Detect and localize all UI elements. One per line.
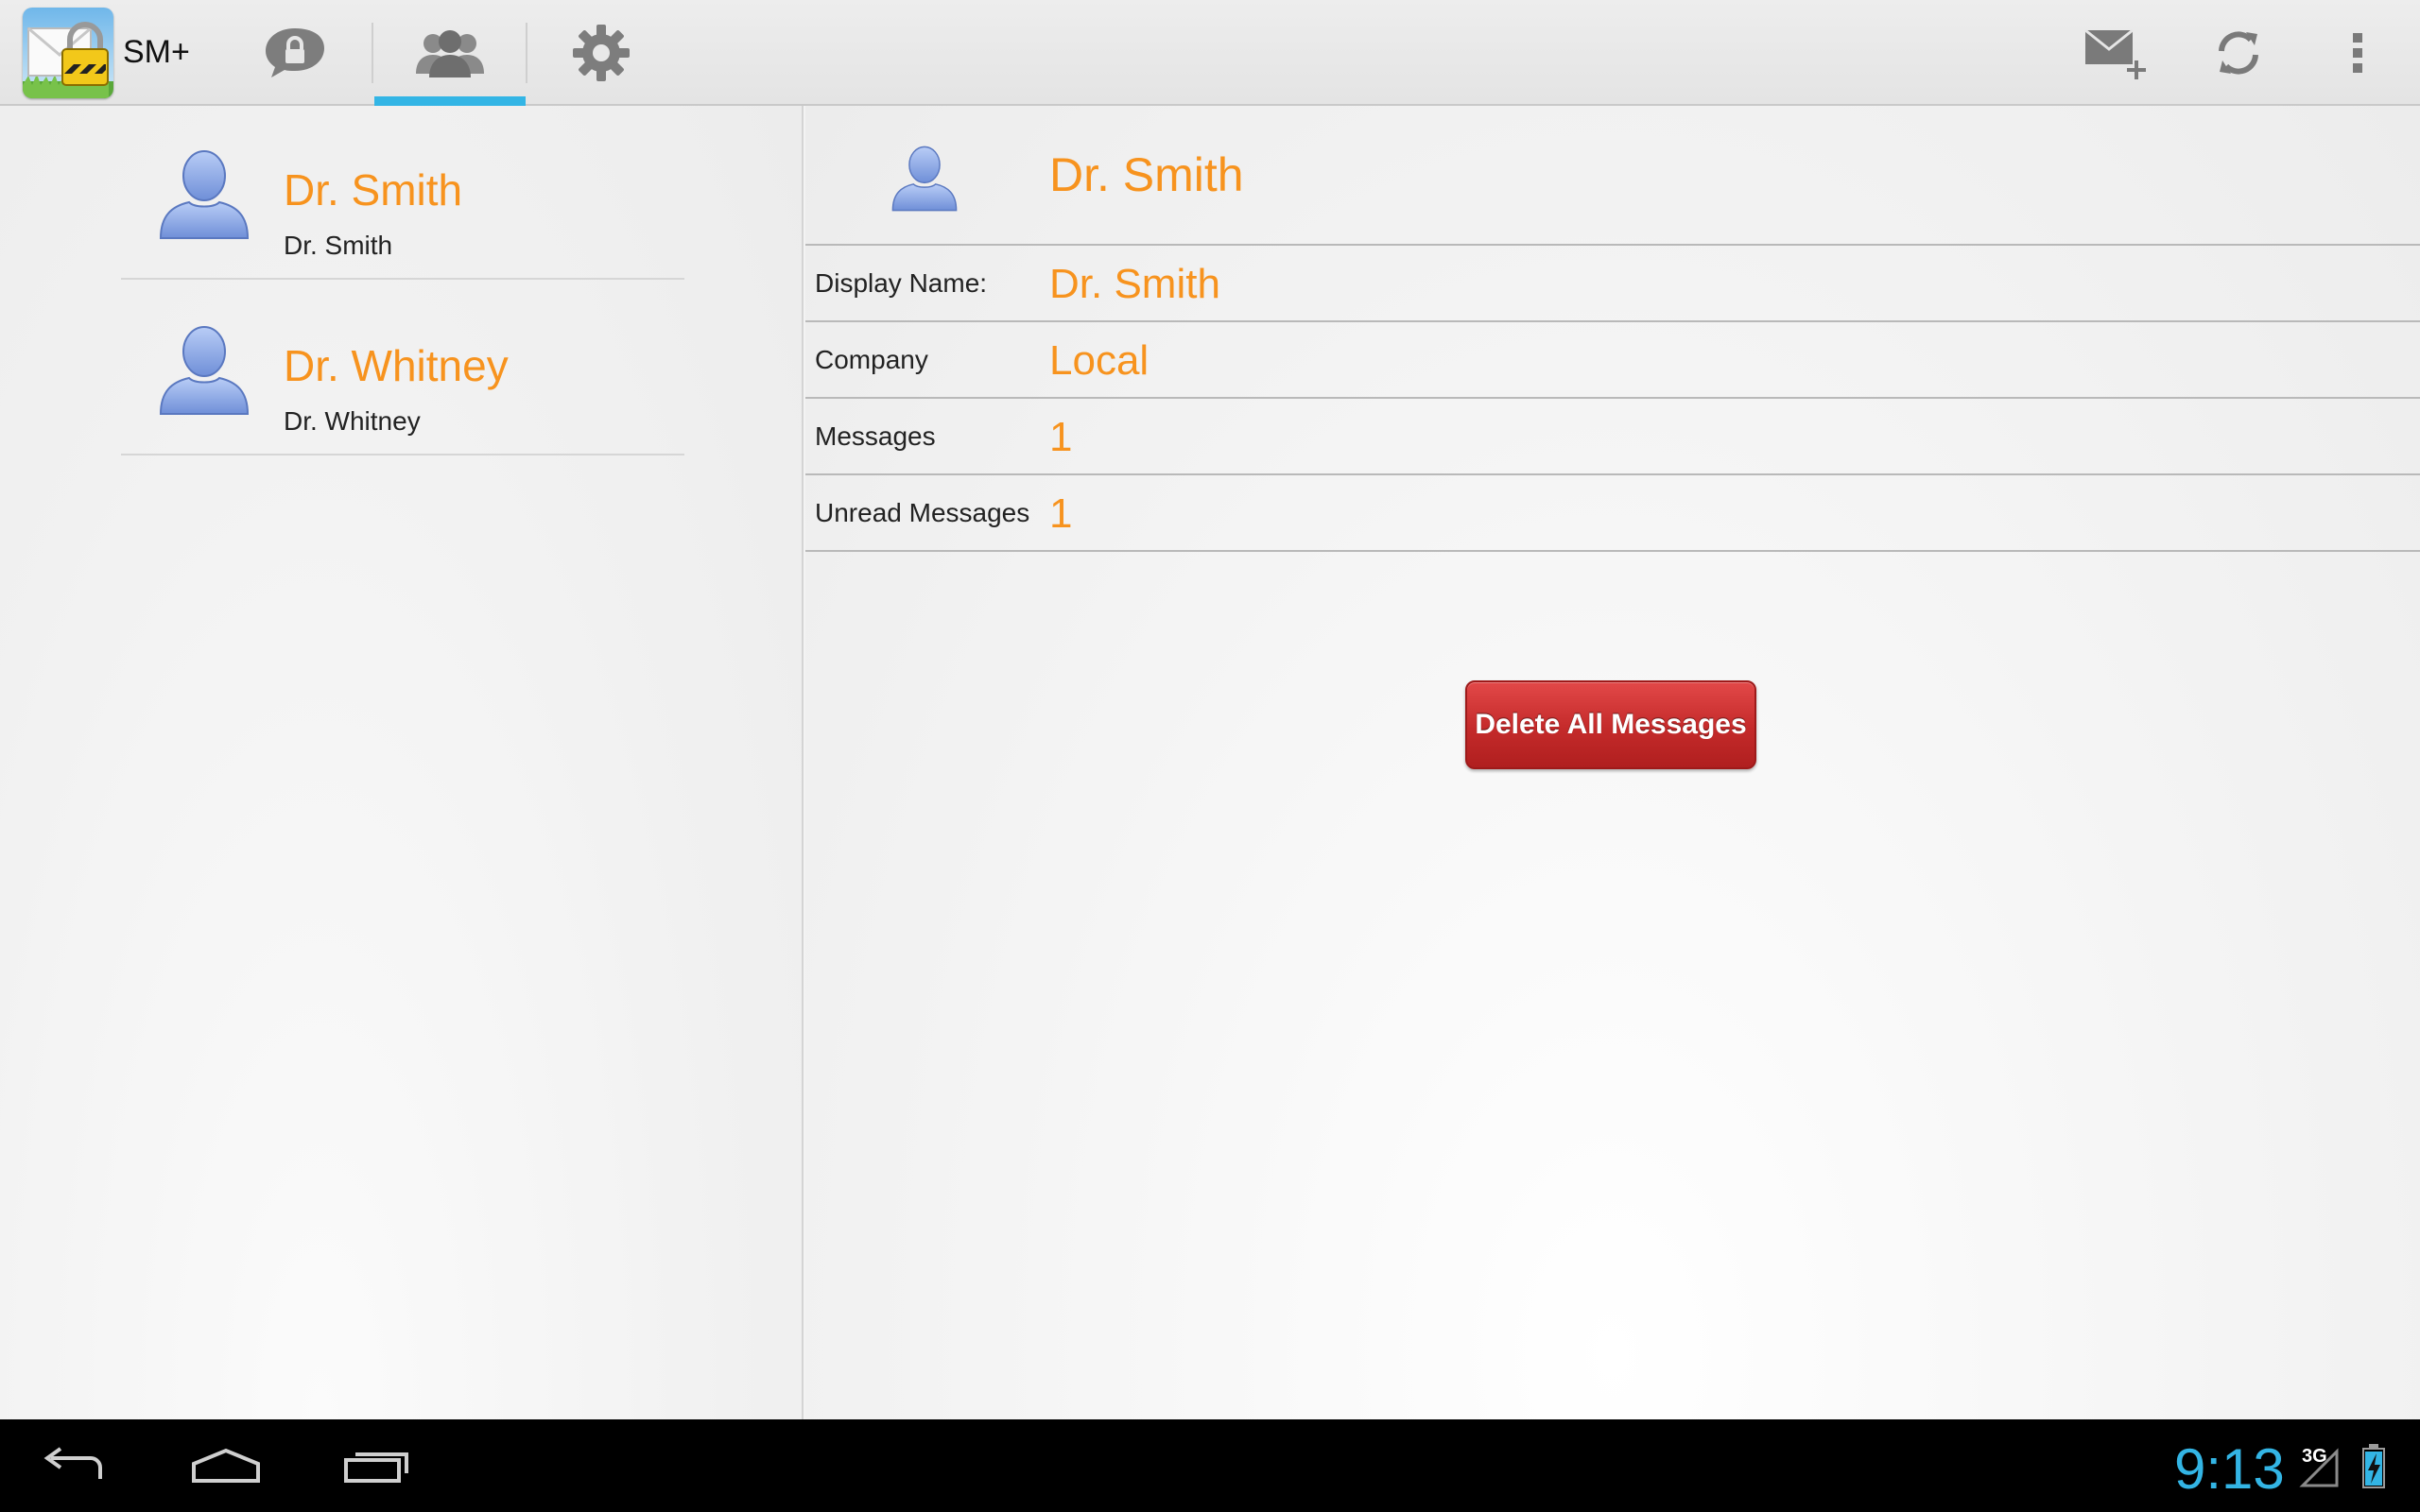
detail-row-unread-messages: Unread Messages 1	[805, 475, 2420, 552]
refresh-button[interactable]	[2182, 0, 2295, 106]
tab-separator	[372, 23, 373, 83]
contacts-list: Dr. Smith Dr. Smith Dr. Whitney Dr. Whit…	[0, 106, 804, 1419]
action-bar: SM+	[0, 0, 2420, 106]
system-navigation-bar: 9:13 3G	[0, 1419, 2420, 1512]
signal-strength-icon	[2299, 1448, 2339, 1487]
back-button[interactable]	[4, 1419, 146, 1512]
recent-apps-button[interactable]	[306, 1419, 448, 1512]
detail-header: Dr. Smith	[805, 106, 2420, 246]
app-title: SM+	[123, 34, 190, 70]
detail-label: Unread Messages	[815, 498, 1030, 527]
detail-label: Display Name:	[815, 268, 988, 298]
list-item[interactable]: Dr. Whitney Dr. Whitney	[121, 282, 684, 455]
contact-subtitle: Dr. Smith	[284, 231, 393, 260]
detail-label: Company	[815, 345, 928, 374]
tab-settings[interactable]	[526, 0, 677, 106]
gear-icon	[573, 25, 630, 81]
detail-value: 1	[1049, 414, 1073, 460]
battery-charging-icon	[2362, 1444, 2385, 1488]
detail-row-messages: Messages 1	[805, 399, 2420, 475]
selected-tab-indicator	[374, 96, 526, 106]
contact-avatar-icon	[891, 146, 958, 212]
contact-avatar-icon	[159, 326, 250, 415]
app-envelope-lock-icon[interactable]	[23, 8, 113, 98]
detail-value: Dr. Smith	[1049, 261, 1220, 307]
detail-label: Messages	[815, 421, 936, 451]
detail-row-display-name: Display Name: Dr. Smith	[805, 246, 2420, 322]
home-button[interactable]	[155, 1419, 297, 1512]
list-item[interactable]: Dr. Smith Dr. Smith	[121, 106, 684, 280]
detail-value: Local	[1049, 337, 1150, 384]
contact-subtitle: Dr. Whitney	[284, 406, 421, 436]
tab-messages[interactable]	[219, 0, 371, 106]
status-clock: 9:13	[2174, 1437, 2285, 1501]
compose-mail-icon	[2084, 28, 2146, 79]
detail-contact-name: Dr. Smith	[1049, 148, 1244, 201]
overflow-menu-button[interactable]	[2301, 0, 2414, 106]
home-icon	[192, 1448, 260, 1483]
refresh-icon	[2219, 31, 2258, 75]
contact-name: Dr. Whitney	[284, 341, 509, 390]
contact-avatar-icon	[159, 150, 250, 239]
overflow-menu-icon	[2353, 33, 2362, 73]
back-icon	[43, 1447, 102, 1479]
new-message-button[interactable]	[2059, 0, 2172, 106]
tab-contacts[interactable]	[374, 0, 526, 106]
detail-value: 1	[1049, 490, 1073, 537]
contact-detail-panel: Dr. Smith Display Name: Dr. Smith Compan…	[805, 106, 2420, 1419]
recent-apps-icon	[344, 1452, 408, 1483]
delete-all-messages-button[interactable]: Delete All Messages	[1465, 680, 1756, 769]
contacts-icon	[416, 30, 484, 77]
contact-name: Dr. Smith	[284, 165, 463, 215]
detail-row-company: Company Local	[805, 322, 2420, 399]
lock-speech-bubble-icon	[266, 28, 324, 77]
